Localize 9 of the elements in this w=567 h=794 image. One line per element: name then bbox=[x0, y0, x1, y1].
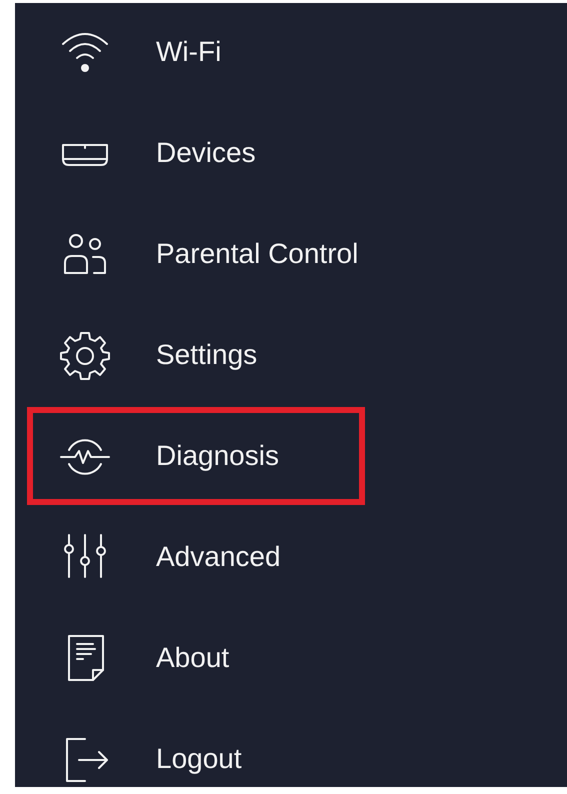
menu-item[interactable]: Wi-Fi bbox=[27, 3, 365, 101]
menu-item[interactable]: Advanced bbox=[27, 508, 365, 606]
settings-icon bbox=[59, 329, 111, 381]
menu-item[interactable]: Parental Control bbox=[27, 205, 365, 303]
menu-item[interactable]: About bbox=[27, 609, 365, 707]
menu-item[interactable]: Devices bbox=[27, 104, 365, 202]
menu-item[interactable]: Logout bbox=[27, 710, 365, 794]
menu-item[interactable]: Settings bbox=[27, 306, 365, 404]
menu-item[interactable]: Diagnosis bbox=[27, 407, 365, 505]
